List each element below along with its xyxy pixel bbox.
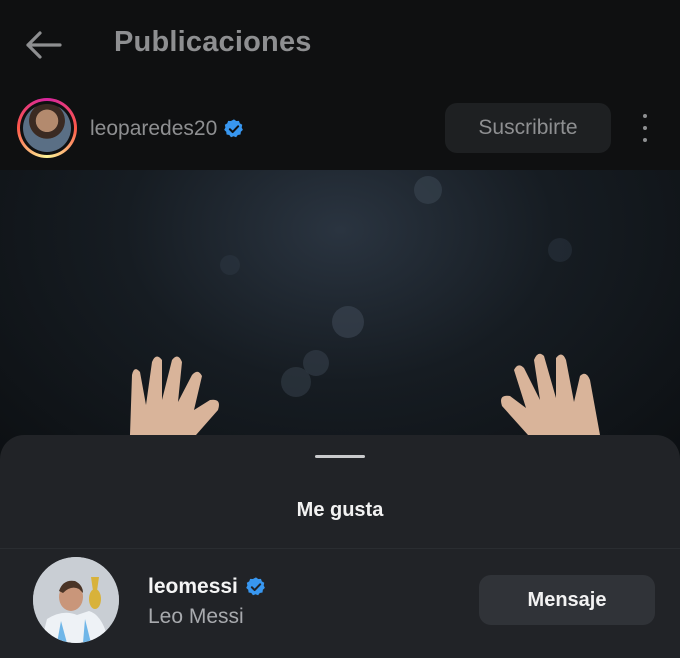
message-button[interactable]: Mensaje <box>479 575 655 625</box>
likes-sheet-title: Me gusta <box>296 499 384 521</box>
post-photo-illustration <box>130 176 600 435</box>
subscribe-button[interactable]: Suscribirte <box>445 103 611 153</box>
top-bar: Publicaciones <box>0 0 680 90</box>
back-button[interactable] <box>22 26 64 64</box>
verified-badge-icon <box>224 119 244 138</box>
post-header: leoparedes20 Suscribirte <box>0 90 680 170</box>
post-author-username-link[interactable]: leoparedes20 <box>90 117 245 141</box>
page-title: Publicaciones <box>114 26 312 58</box>
post-image[interactable] <box>0 170 680 470</box>
post-author-avatar[interactable] <box>17 98 77 158</box>
verified-badge-icon <box>246 577 265 596</box>
liker-username: leomessi <box>148 575 238 598</box>
more-options-button[interactable] <box>634 114 656 142</box>
arrow-left-icon <box>26 31 62 59</box>
avatar-image <box>23 104 71 152</box>
avatar-image <box>33 557 119 643</box>
more-vertical-icon <box>643 114 647 118</box>
liker-username-link[interactable]: leomessi <box>148 575 267 599</box>
likes-sheet: Me gusta leomessi Leo Messi Mensaje <box>0 435 680 658</box>
liker-full-name: Leo Messi <box>148 605 244 628</box>
liker-avatar[interactable] <box>33 557 119 643</box>
sheet-drag-handle[interactable] <box>315 455 365 458</box>
post-author-username: leoparedes20 <box>90 117 218 140</box>
list-item[interactable]: leomessi Leo Messi Mensaje <box>0 549 680 658</box>
